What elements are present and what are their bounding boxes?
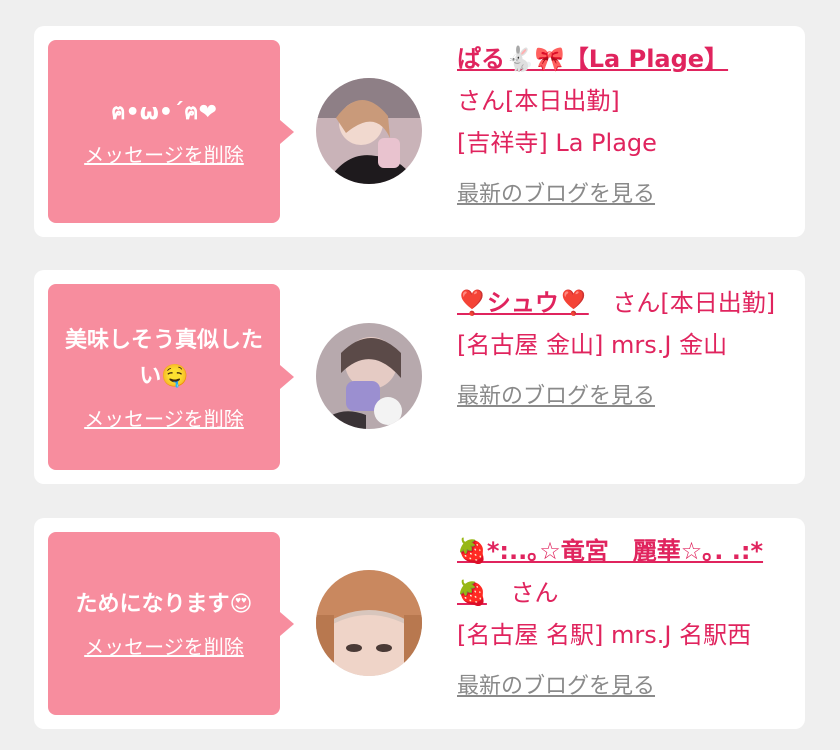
cast-info: 🍓*:..｡☆竜宮 麗華☆｡. .:*🍓 さん [名古屋 名駅] mrs.J 名… — [457, 530, 791, 708]
message-bubble: ฅ•ω•´ฅ❤︎ メッセージを削除 — [48, 40, 294, 223]
cast-name-link[interactable]: ぱる🐇🎀【La Plage】 — [457, 45, 728, 73]
avatar[interactable] — [316, 323, 422, 429]
cast-info: ❣️シュウ❣️ さん[本日出勤] [名古屋 金山] mrs.J 金山 最新のブロ… — [457, 282, 791, 418]
delete-message-link[interactable]: メッセージを削除 — [84, 139, 244, 168]
message-text: ฅ•ω•´ฅ❤︎ — [110, 100, 218, 125]
cast-status: さん[本日出勤] — [457, 87, 620, 115]
message-card: ためになります😍 メッセージを削除 🍓*:..｡☆竜宮 麗華☆｡. .:*🍓 さ… — [34, 518, 805, 729]
latest-blog-link[interactable]: 最新のブログを見る — [457, 174, 655, 216]
message-text: ためになります😍 — [75, 592, 253, 617]
cast-status: さん — [510, 579, 559, 607]
avatar-photo-icon — [316, 78, 422, 184]
shop-name: [名古屋 名駅] mrs.J 名駅西 — [457, 621, 752, 649]
latest-blog-link[interactable]: 最新のブログを見る — [457, 376, 655, 418]
shop-name: [名古屋 金山] mrs.J 金山 — [457, 331, 728, 359]
avatar-photo-icon — [316, 570, 422, 676]
shop-name: [吉祥寺] La Plage — [457, 129, 657, 157]
delete-message-link[interactable]: メッセージを削除 — [84, 403, 244, 432]
avatar[interactable] — [316, 78, 422, 184]
message-card: ฅ•ω•´ฅ❤︎ メッセージを削除 ぱる🐇🎀【La Plage】 さん[本日出勤… — [34, 26, 805, 237]
cast-info: ぱる🐇🎀【La Plage】 さん[本日出勤] [吉祥寺] La Plage 最… — [457, 38, 791, 216]
avatar[interactable] — [316, 570, 422, 676]
message-bubble: 美味しそう真似したい🤤 メッセージを削除 — [48, 284, 294, 470]
message-list: ฅ•ω•´ฅ❤︎ メッセージを削除 ぱる🐇🎀【La Plage】 さん[本日出勤… — [0, 0, 840, 750]
cast-status: さん[本日出勤] — [612, 289, 776, 317]
latest-blog-link[interactable]: 最新のブログを見る — [457, 666, 655, 708]
message-text: 美味しそう真似したい🤤 — [64, 327, 263, 389]
cast-name-link[interactable]: ❣️シュウ❣️ — [457, 289, 589, 317]
message-card: 美味しそう真似したい🤤 メッセージを削除 ❣️シュウ❣️ さん[本日出勤] [名… — [34, 270, 805, 484]
delete-message-link[interactable]: メッセージを削除 — [84, 631, 244, 660]
cast-name-link[interactable]: 🍓*:..｡☆竜宮 麗華☆｡. .:*🍓 — [457, 537, 763, 607]
avatar-photo-icon — [316, 323, 422, 429]
message-bubble: ためになります😍 メッセージを削除 — [48, 532, 294, 715]
